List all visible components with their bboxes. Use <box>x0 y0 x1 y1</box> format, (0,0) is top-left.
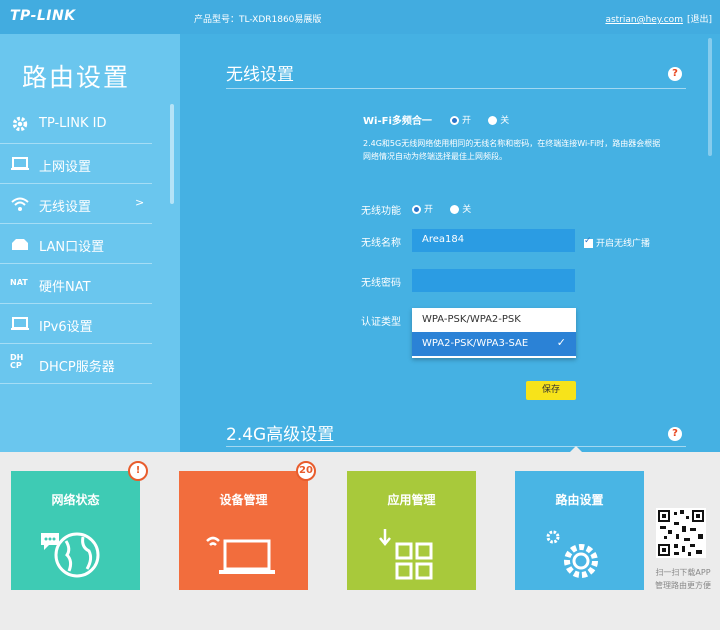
wireless-on-radio[interactable]: 开 <box>412 202 433 215</box>
tile-alert-badge: ! <box>128 461 148 481</box>
app-download-qr-code <box>656 508 706 558</box>
main-panel: 无线设置 ? Wi-Fi多频合一 开 关 2.4G和5G无线网络使用相同的无线名… <box>180 34 720 452</box>
account-email-link[interactable]: astrian@hey.com <box>605 15 683 25</box>
multiband-off-radio[interactable]: 关 <box>488 113 509 126</box>
multiband-description: 2.4G和5G无线网络使用相同的无线名称和密码，在终端连接Wi-Fi时，路由器会… <box>363 139 661 161</box>
auth-type-dropdown[interactable]: WPA-PSK/WPA2-PSK WPA2-PSK/WPA3-SAE ✓ <box>412 308 576 358</box>
broadcast-checkbox[interactable]: 开启无线广播 <box>584 236 650 249</box>
tile-device-management[interactable]: 设备管理 20 <box>179 461 316 590</box>
tile-count-badge: 20 <box>296 461 316 481</box>
password-input[interactable] <box>412 269 575 292</box>
checkmark-icon: ✓ <box>556 336 566 349</box>
wireless-off-radio[interactable]: 关 <box>450 202 471 215</box>
bottom-nav: 网络状态 ! 设备管理 20 应用管理 路由设置 扫一扫下载APP 管理路由更方… <box>0 452 720 630</box>
auth-option-wpa-wpa2[interactable]: WPA-PSK/WPA2-PSK <box>412 308 576 332</box>
globe-icon <box>41 532 100 578</box>
sidebar-item-tplink-id[interactable]: TP-LINK ID <box>0 104 152 144</box>
sidebar: 路由设置 TP-LINK ID 上网设置 无线设置 > LAN口设置 NAT 硬… <box>0 34 180 452</box>
help-icon[interactable]: ? <box>668 427 682 441</box>
checkbox-checked-icon <box>584 236 593 248</box>
sidebar-item-label: LAN口设置 <box>39 240 105 255</box>
main-scrollbar[interactable] <box>708 38 712 156</box>
wireless-function-radio-group: 开 关 <box>412 202 485 215</box>
qr-caption: 扫一扫下载APP 管理路由更方便 <box>650 566 716 592</box>
top-bar: TP-LINK 产品型号：TL-XDR1860易展版 astrian@hey.c… <box>0 0 720 34</box>
radio-on-icon <box>450 116 459 125</box>
multiband-on-radio[interactable]: 开 <box>450 113 471 126</box>
radio-off-icon <box>488 116 498 125</box>
tile-label: 网络状态 <box>51 493 100 507</box>
brand-logo: TP-LINK <box>10 8 76 24</box>
sidebar-item-label: 无线设置 <box>39 200 92 215</box>
sidebar-item-label: DHCP服务器 <box>39 360 115 375</box>
nat-icon: NAT <box>10 278 28 287</box>
laptop-icon <box>11 157 29 170</box>
wireless-function-label: 无线功能 <box>361 206 401 217</box>
tile-label: 路由设置 <box>555 493 604 507</box>
auth-option-wpa2-wpa3[interactable]: WPA2-PSK/WPA3-SAE ✓ <box>412 332 576 356</box>
section-title-wireless: 无线设置 <box>226 65 294 85</box>
section-divider <box>226 88 686 89</box>
sidebar-item-lan[interactable]: LAN口设置 <box>0 224 152 264</box>
tile-app-management[interactable]: 应用管理 <box>347 471 476 590</box>
section-divider <box>226 446 686 447</box>
account-area: astrian@hey.com [退出] <box>605 12 712 25</box>
tile-network-status[interactable]: 网络状态 ! <box>11 461 148 590</box>
sidebar-scrollbar[interactable] <box>170 104 174 204</box>
save-button[interactable]: 保存 <box>526 381 576 400</box>
sidebar-item-label: 硬件NAT <box>39 280 91 295</box>
laptop-wifi-icon <box>206 536 275 574</box>
multiband-label: Wi-Fi多频合一 <box>363 116 432 127</box>
lan-icon <box>12 239 28 250</box>
apps-grid-icon <box>379 529 433 580</box>
radio-off-icon <box>450 205 460 214</box>
sidebar-item-ipv6[interactable]: IPv6设置 <box>0 304 152 344</box>
sidebar-item-label: TP-LINK ID <box>39 116 107 131</box>
chevron-right-icon: > <box>135 196 145 209</box>
settings-gears-icon <box>546 530 598 578</box>
sidebar-item-dhcp[interactable]: DH CP DHCP服务器 <box>0 344 152 384</box>
sidebar-item-label: 上网设置 <box>39 160 92 175</box>
radio-on-icon <box>412 205 421 214</box>
sidebar-item-label: IPv6设置 <box>39 320 93 335</box>
dhcp-icon: DH CP <box>10 353 24 370</box>
qr-caption-line1: 扫一扫下载APP <box>655 568 711 577</box>
logout-link[interactable]: [退出] <box>687 15 712 25</box>
wifi-icon <box>11 197 29 211</box>
qr-caption-line2: 管理路由更方便 <box>655 581 711 590</box>
sidebar-item-nat[interactable]: NAT 硬件NAT <box>0 264 152 304</box>
tile-label: 设备管理 <box>219 493 268 507</box>
tile-label: 应用管理 <box>387 493 436 507</box>
multiband-radio-group: 开 关 <box>450 113 523 126</box>
auth-type-label: 认证类型 <box>361 317 401 328</box>
tile-router-settings[interactable]: 路由设置 <box>515 471 644 590</box>
section-title-advanced: 2.4G高级设置 <box>226 425 335 445</box>
ssid-label: 无线名称 <box>361 238 401 249</box>
sidebar-item-wireless[interactable]: 无线设置 > <box>0 184 152 224</box>
laptop-icon <box>11 317 29 330</box>
gear-icon <box>12 116 28 132</box>
product-model: 产品型号：TL-XDR1860易展版 <box>194 15 322 25</box>
help-icon[interactable]: ? <box>668 67 682 81</box>
password-label: 无线密码 <box>361 278 401 289</box>
sidebar-item-internet[interactable]: 上网设置 <box>0 144 152 184</box>
sidebar-title: 路由设置 <box>22 63 131 92</box>
ssid-input[interactable]: Area184 <box>412 229 575 252</box>
